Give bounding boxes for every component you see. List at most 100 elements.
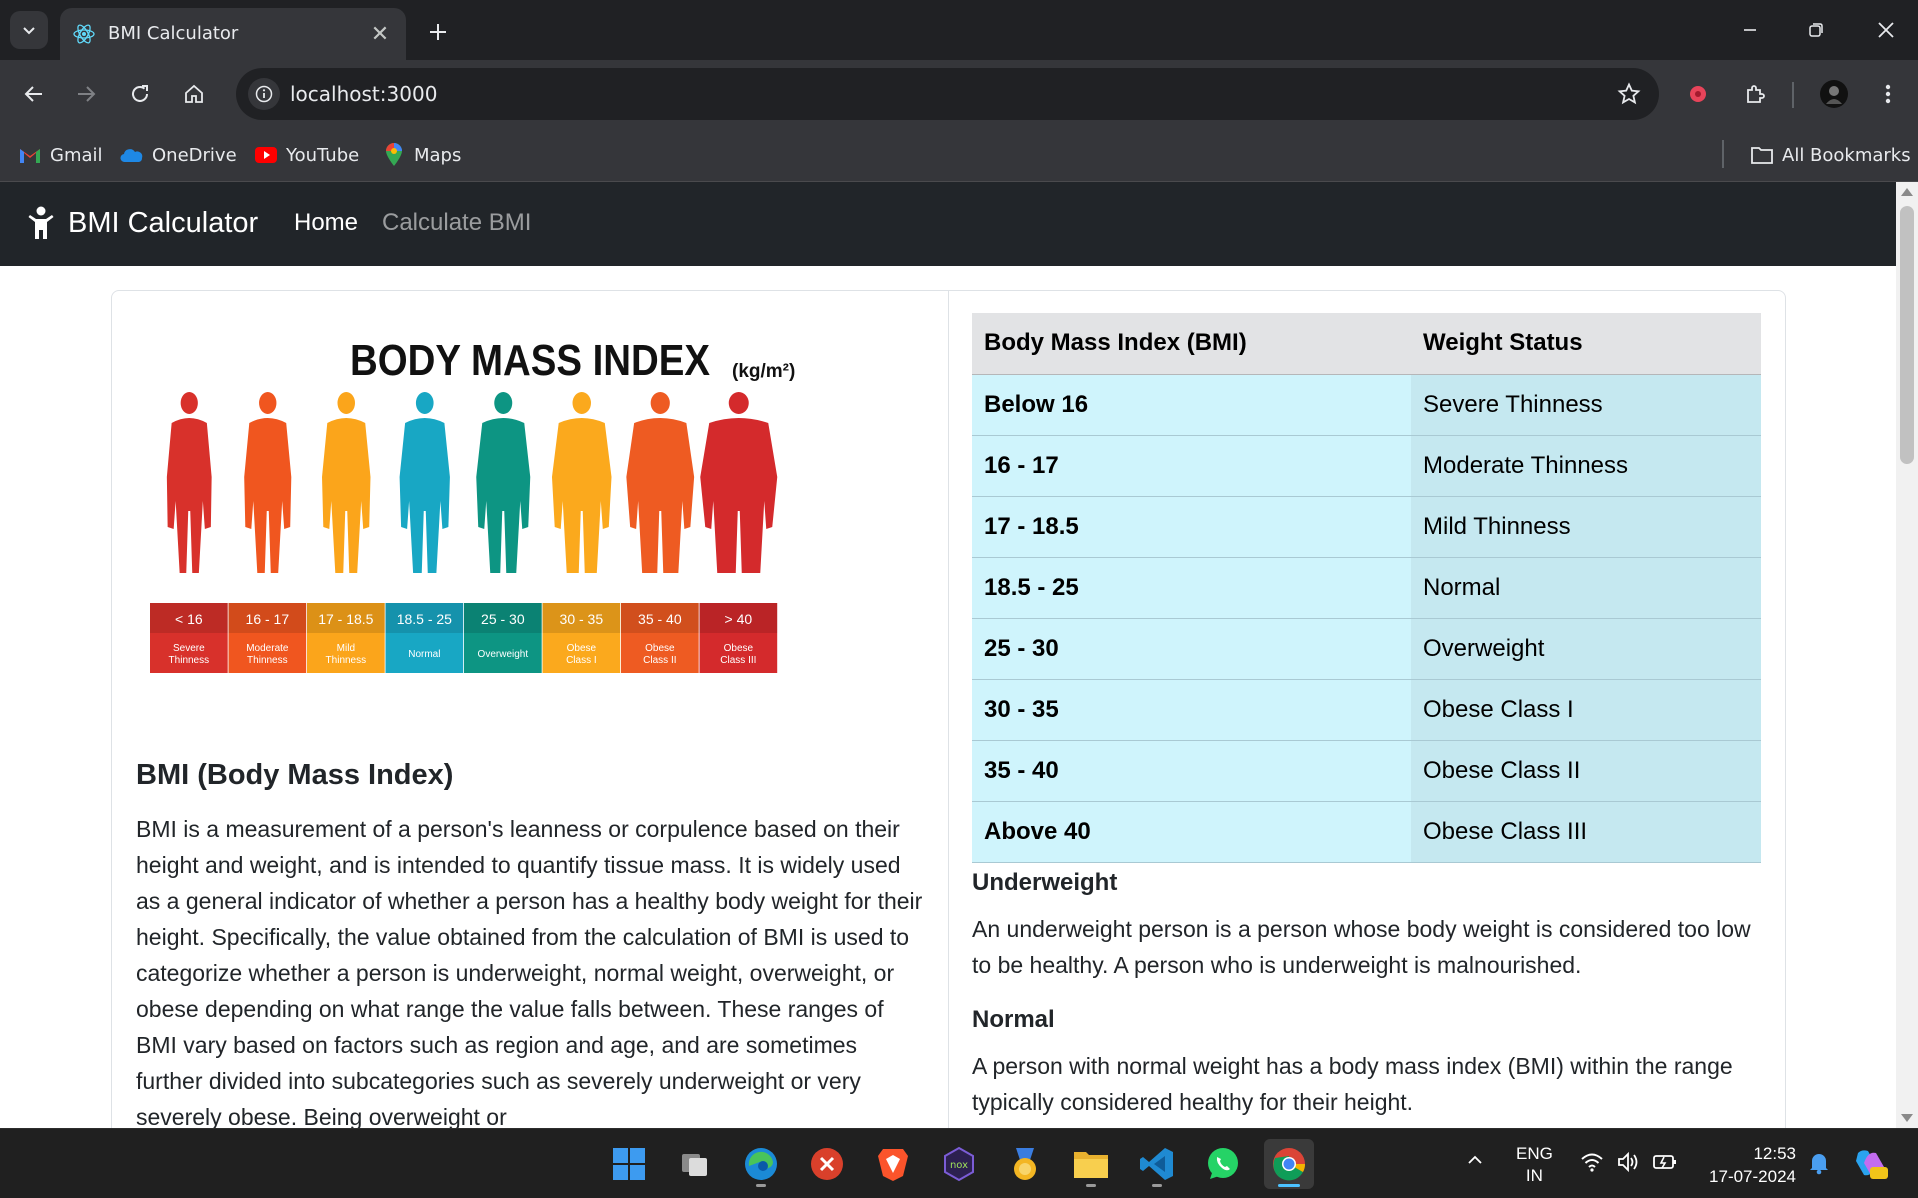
copilot-icon [1856,1150,1888,1179]
address-bar[interactable]: localhost:3000 [236,68,1659,120]
tab-search-button[interactable] [10,11,48,49]
info-icon [255,85,273,103]
task-view-icon [682,1154,707,1176]
browser-menu-button[interactable] [1868,74,1908,114]
bmi-band-label: Severe [173,643,205,654]
weight-status-cell: Moderate Thinness [1411,435,1761,497]
home-button[interactable] [174,74,214,114]
scrollbar-thumb[interactable] [1900,206,1914,464]
close-tab-icon[interactable]: ✕ [366,20,394,48]
bmi-table: Body Mass Index (BMI) Weight Status Belo… [972,313,1761,863]
whatsapp-icon [1208,1148,1238,1179]
more-vertical-icon [1885,84,1891,104]
bmi-range-cell: Below 16 [972,374,1411,436]
bmi-band-label: Normal [408,649,440,660]
close-icon [1878,22,1894,38]
scroll-down-arrow-icon[interactable] [1901,1114,1913,1122]
bookmark-onedrive[interactable]: OneDrive [120,140,237,170]
minimize-button[interactable] [1726,10,1774,50]
system-tray-icons[interactable] [1580,1151,1678,1173]
active-tab[interactable]: BMI Calculator ✕ [60,8,406,60]
taskbar-vscode[interactable] [1132,1139,1182,1189]
bmi-heading: BMI (Body Mass Index) [136,759,454,791]
taskbar-file-explorer[interactable] [1066,1139,1116,1189]
taskbar-badge-app[interactable] [1000,1139,1050,1189]
language-indicator[interactable]: ENG IN [1516,1143,1553,1187]
body-silhouette [551,392,612,573]
home-icon [185,84,203,103]
weight-status-cell: Severe Thinness [1411,374,1761,436]
bmi-category-bands: < 16SevereThinness16 - 17ModerateThinnes… [150,603,778,673]
brand-name: BMI Calculator [68,206,259,239]
taskbar-chrome[interactable] [1264,1139,1314,1189]
taskbar-brave[interactable] [868,1139,918,1189]
bookmark-maps[interactable]: Maps [382,140,461,170]
gmail-icon [18,143,42,167]
taskbar-whatsapp[interactable] [1198,1139,1248,1189]
taskbar-edge[interactable] [736,1139,786,1189]
copilot-button[interactable] [1852,1147,1888,1185]
notifications-button[interactable] [1808,1151,1830,1179]
volume-icon [1618,1151,1638,1173]
bookmark-star-button[interactable] [1615,80,1643,108]
taskbar-anydesk[interactable] [802,1139,852,1189]
weight-status-cell: Obese Class I [1411,679,1761,741]
normal-heading: Normal [972,1006,1055,1033]
bmi-band-label: Class I [566,655,597,666]
taskbar-clock[interactable]: 12:53 17-07-2024 [1696,1142,1796,1188]
task-view-button[interactable] [670,1139,720,1189]
new-tab-button[interactable] [420,14,456,50]
bookmarks-bar: Gmail OneDrive YouTube Maps All Bookmark… [0,128,1918,182]
weight-status-cell: Normal [1411,557,1761,619]
taskbar-nox[interactable]: nox [934,1139,984,1189]
bmi-band-range: < 16 [175,611,203,627]
bmi-band-range: 25 - 30 [481,611,525,627]
forward-button[interactable] [66,74,106,114]
bmi-band-label: Thinness [169,655,210,666]
start-button[interactable] [604,1139,654,1189]
page-scrollbar[interactable] [1896,182,1918,1128]
normal-text: A person with normal weight has a body m… [972,1053,1733,1115]
back-button[interactable] [14,74,54,114]
underweight-text: An underweight person is a person whose … [972,916,1751,978]
bmi-band-range: 17 - 18.5 [318,611,373,627]
weight-status-cell: Mild Thinness [1411,496,1761,558]
nav-home-link[interactable]: Home [294,209,358,237]
person-icon [28,206,54,239]
extensions-button[interactable] [1736,74,1776,114]
browser-toolbar: localhost:3000 [0,60,1918,128]
site-info-button[interactable] [248,78,280,110]
wifi-icon [1581,1153,1603,1172]
profile-button[interactable] [1814,74,1854,114]
bmi-range-cell: 25 - 30 [972,618,1411,680]
table-row: Below 16 Severe Thinness [972,374,1761,436]
bmi-band-range: 35 - 40 [638,611,682,627]
scroll-up-arrow-icon[interactable] [1901,188,1913,196]
all-bookmarks-button[interactable]: All Bookmarks [1750,140,1911,170]
bmi-band-range: 16 - 17 [246,611,290,627]
nav-calculate-link[interactable]: Calculate BMI [382,209,531,237]
reload-button[interactable] [120,74,160,114]
table-header-status: Weight Status [1411,313,1761,375]
url-text: localhost:3000 [290,82,438,106]
bmi-infographic: BODY MASS INDEX (kg/m²) < 16SevereThinne… [150,336,795,673]
bookmark-gmail[interactable]: Gmail [18,140,103,170]
minimize-icon [1744,29,1756,31]
bookmark-youtube[interactable]: YouTube [254,140,359,170]
brand-link[interactable]: BMI Calculator [28,206,258,240]
all-bookmarks-label: All Bookmarks [1782,144,1911,166]
chevron-up-icon [1468,1155,1482,1164]
svg-text:nox: nox [950,1160,968,1171]
bookmark-label: YouTube [286,144,360,166]
bmi-band-range: > 40 [725,611,753,627]
react-icon [73,24,95,44]
body-silhouette [166,392,212,573]
restore-button[interactable] [1792,10,1840,50]
language-code: ENG [1516,1144,1553,1163]
tray-overflow-button[interactable] [1466,1151,1484,1173]
extension-red-button[interactable] [1678,74,1718,114]
chevron-down-icon [23,27,35,35]
medal-icon [1014,1148,1036,1180]
anydesk-icon [811,1148,843,1180]
close-window-button[interactable] [1862,10,1910,50]
